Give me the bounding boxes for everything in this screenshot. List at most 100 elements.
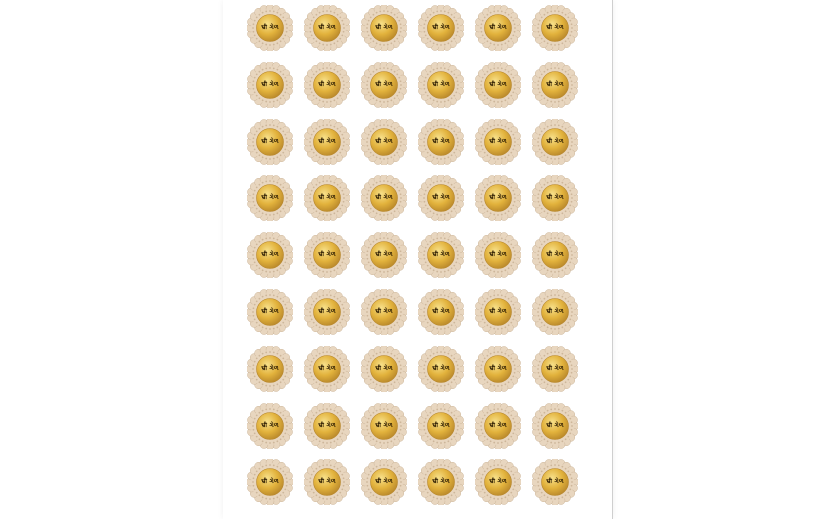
sticker-label: भ्री ગેળ [375, 137, 393, 145]
sticker: भ्री ગેળ [361, 61, 407, 108]
sticker: भ्री ગેળ [304, 459, 350, 506]
sticker: भ्री ગેળ [304, 5, 350, 51]
sticker: भ्री ગેળ [532, 175, 578, 222]
sticker: भ्री ગેળ [475, 402, 521, 449]
sticker: भ्री ગેળ [532, 289, 578, 335]
sticker-label: भ्री ગેળ [432, 194, 450, 202]
sticker-label: भ्री ગેળ [375, 80, 393, 88]
sticker: भ्री ગેળ [532, 345, 578, 392]
sticker-label: भ्री ગેળ [318, 364, 336, 372]
sticker: भ्री ગેળ [418, 118, 464, 165]
sticker: भ्री ગેળ [304, 402, 350, 449]
sticker: भ्री ગેળ [304, 232, 350, 279]
sticker: भ्री ગેળ [247, 61, 293, 108]
sticker-label: भ्री ગેળ [318, 251, 336, 259]
sticker-label: भ्री ગેળ [546, 364, 564, 372]
sticker-label: भ्री ગેળ [318, 478, 336, 486]
sticker-label: भ्री ગેળ [432, 308, 450, 315]
sticker: भ्री ગેળ [247, 402, 293, 449]
sticker-label: भ्री ગેળ [318, 24, 336, 31]
sticker-label: भ्री ગેળ [261, 478, 279, 486]
sticker: भ्री ગેળ [532, 232, 578, 279]
sticker-label: भ्री ગેળ [318, 194, 336, 202]
sticker: भ्री ગેળ [361, 175, 407, 222]
sticker-label: भ्री ગેળ [489, 478, 507, 486]
sticker: भ्री ગેળ [247, 345, 293, 392]
sticker-label: भ्री ગેળ [432, 421, 450, 429]
sticker: भ्री ગેળ [532, 5, 578, 51]
sticker: भ्री ગેળ [418, 175, 464, 222]
sticker-label: भ्री ગેળ [261, 80, 279, 88]
sticker: भ्री ગેળ [475, 459, 521, 506]
sticker-label: भ्री ગેળ [546, 251, 564, 259]
sticker: भ्री ગેળ [304, 345, 350, 392]
sticker: भ्री ગેળ [304, 61, 350, 108]
sticker: भ्री ગેળ [361, 232, 407, 279]
sticker-label: भ्री ગેળ [489, 421, 507, 429]
sticker: भ्री ગેળ [361, 345, 407, 392]
sticker: भ्री ગેળ [247, 118, 293, 165]
sticker-label: भ्री ગેળ [489, 194, 507, 202]
sticker: भ्री ગેળ [304, 175, 350, 222]
sticker: भ्री ગેળ [418, 345, 464, 392]
sticker: भ्री ગેળ [361, 118, 407, 165]
sticker: भ्री ગેળ [418, 5, 464, 51]
sticker: भ्री ગેળ [532, 402, 578, 449]
sticker: भ्री ગેળ [247, 232, 293, 279]
sticker-label: भ्री ગેળ [489, 364, 507, 372]
sticker-label: भ्री ગેળ [489, 251, 507, 259]
sticker-label: भ्री ગેળ [546, 80, 564, 88]
sticker-label: भ्री ગેળ [432, 478, 450, 486]
sticker-label: भ्री ગેળ [489, 80, 507, 88]
sticker: भ्री ગેળ [418, 459, 464, 506]
sticker-grid: भ्री ગેળ भ्री ગેળ भ्री ગેળ भ्री ગેળ भ्री ગેળ… [247, 5, 583, 515]
sticker-label: भ्री ગેળ [375, 308, 393, 315]
sticker: भ्री ગેળ [475, 61, 521, 108]
sticker: भ्री ગેળ [361, 459, 407, 506]
canvas: भ्री ગેળ भ्री ગેળ भ्री ગેળ भ्री ગેળ भ्री ગેળ… [0, 0, 830, 519]
sticker-label: भ्री ગેળ [261, 194, 279, 202]
sticker: भ्री ગેળ [532, 459, 578, 506]
sticker: भ्री ગેળ [247, 5, 293, 51]
sticker-label: भ्री ગેળ [318, 80, 336, 88]
sticker-label: भ्री ગેળ [261, 308, 279, 315]
sticker: भ्री ગેળ [361, 402, 407, 449]
sticker-label: भ्री ગેળ [489, 137, 507, 145]
sticker: भ्री ગેળ [475, 289, 521, 335]
sticker: भ्री ગેળ [475, 345, 521, 392]
sticker-label: भ्री ગેળ [261, 24, 279, 31]
sticker: भ्री ગેળ [361, 289, 407, 335]
sticker-label: भ्री ગેળ [375, 364, 393, 372]
sticker-label: भ्री ગેળ [546, 137, 564, 145]
sticker: भ्री ગેળ [304, 289, 350, 335]
sticker: भ्री ગેળ [475, 5, 521, 51]
sticker: भ्री ગેળ [475, 118, 521, 165]
sticker: भ्री ગેળ [361, 5, 407, 51]
sticker: भ्री ગેળ [418, 289, 464, 335]
sticker: भ्री ગેળ [247, 459, 293, 506]
sticker-label: भ्री ગેળ [318, 308, 336, 315]
sticker-label: भ्री ગેળ [432, 251, 450, 259]
sticker-label: भ्री ગેળ [432, 24, 450, 31]
sticker-label: भ्री ગેળ [375, 24, 393, 31]
sticker-label: भ्री ગેળ [432, 80, 450, 88]
sticker-label: भ्री ગેળ [375, 194, 393, 202]
sticker-label: भ्री ગેળ [261, 421, 279, 429]
sticker: भ्री ગેળ [247, 289, 293, 335]
sticker-label: भ्री ગેળ [318, 421, 336, 429]
sticker: भ्री ગેળ [418, 402, 464, 449]
sticker-label: भ्री ગેળ [546, 308, 564, 315]
sticker: भ्री ગેળ [532, 61, 578, 108]
sticker: भ्री ગેળ [475, 232, 521, 279]
sticker-label: भ्री ગેળ [432, 364, 450, 372]
sticker-label: भ्री ગેળ [375, 478, 393, 486]
sticker-label: भ्री ગેળ [546, 421, 564, 429]
sticker-label: भ्री ગેળ [261, 364, 279, 372]
sticker-label: भ्री ગેળ [261, 251, 279, 259]
sticker-label: भ्री ગેળ [375, 251, 393, 259]
sticker-label: भ्री ગેળ [318, 137, 336, 145]
sticker-label: भ्री ગેળ [489, 308, 507, 315]
sheet-edge-divider [612, 0, 613, 519]
sticker-label: भ्री ગેળ [261, 137, 279, 145]
sticker: भ्री ગેળ [247, 175, 293, 222]
